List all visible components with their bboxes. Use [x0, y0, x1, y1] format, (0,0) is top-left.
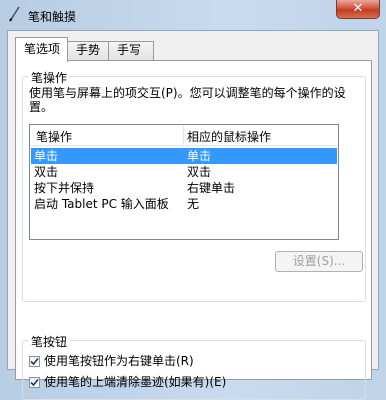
pen-actions-list[interactable]: 笔操作 相应的鼠标操作 单击 单击 双击 双击 按下并保持 右键单击 启动 Ta…	[29, 124, 339, 240]
dialog-client: 笔选项 手势 手写 笔操作 使用笔与屏幕上的项交互(P)。您可以调整笔的每个操作…	[7, 30, 379, 400]
title-bar: 笔和触摸 ✕	[0, 0, 386, 30]
pen-buttons-group: 笔按钮 使用笔按钮作为右键单击(R) 使用笔的上端清除墨迹(如果有)(E)	[22, 333, 366, 400]
eraser-checkbox-label: 使用笔的上端清除墨迹(如果有)(E)	[44, 375, 227, 389]
row-mouse-equivalent: 无	[187, 197, 200, 211]
row-action: 启动 Tablet PC 输入面板	[34, 197, 169, 211]
column-header-mouse-action[interactable]: 相应的鼠标操作	[187, 128, 271, 145]
list-row-single-tap[interactable]: 单击 单击	[31, 148, 337, 164]
window-title: 笔和触摸	[28, 10, 77, 24]
eraser-checkbox[interactable]	[29, 377, 40, 388]
list-header: 笔操作 相应的鼠标操作	[30, 125, 338, 146]
column-divider[interactable]	[183, 125, 184, 145]
column-header-pen-action[interactable]: 笔操作	[36, 128, 72, 145]
pen-actions-group: 笔操作 使用笔与屏幕上的项交互(P)。您可以调整笔的每个操作的设置。 笔操作 相…	[22, 69, 366, 302]
tab-gestures[interactable]: 手势	[67, 41, 109, 60]
row-action: 按下并保持	[34, 181, 95, 195]
list-row-press-and-hold[interactable]: 按下并保持 右键单击	[31, 180, 337, 196]
row-mouse-equivalent: 双击	[187, 165, 212, 179]
pen-buttons-group-label: 笔按钮	[29, 333, 70, 350]
pen-actions-group-label: 笔操作	[29, 69, 70, 86]
list-row-double-tap[interactable]: 双击 双击	[31, 164, 337, 180]
right-click-checkbox-label: 使用笔按钮作为右键单击(R)	[44, 354, 194, 368]
row-action: 单击	[34, 149, 59, 163]
row-mouse-equivalent: 单击	[187, 149, 212, 163]
pen-icon	[7, 6, 21, 22]
right-click-checkbox-row[interactable]: 使用笔按钮作为右键单击(R)	[29, 352, 194, 369]
tab-panel: 笔操作 使用笔与屏幕上的项交互(P)。您可以调整笔的每个操作的设置。 笔操作 相…	[15, 60, 372, 400]
close-button[interactable]: ✕	[336, 0, 380, 19]
tab-handwriting[interactable]: 手写	[108, 41, 154, 60]
eraser-checkbox-row[interactable]: 使用笔的上端清除墨迹(如果有)(E)	[29, 373, 226, 390]
row-action: 双击	[34, 165, 59, 179]
settings-button[interactable]: 设置(S)...	[275, 251, 363, 272]
tab-pen-options[interactable]: 笔选项	[15, 37, 68, 62]
row-mouse-equivalent: 右键单击	[187, 181, 236, 195]
list-row-start-input-panel[interactable]: 启动 Tablet PC 输入面板 无	[31, 196, 337, 212]
pen-actions-description: 使用笔与屏幕上的项交互(P)。您可以调整笔的每个操作的设置。	[29, 86, 346, 114]
